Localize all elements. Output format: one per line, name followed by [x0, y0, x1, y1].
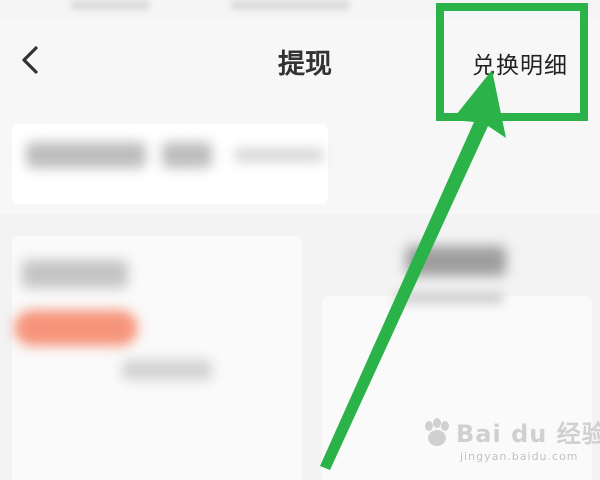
blurred-text — [26, 142, 146, 168]
blurred-amount — [406, 246, 506, 276]
blurred-text — [122, 360, 212, 380]
blurred-amount-sub — [394, 292, 504, 304]
chevron-left-icon — [22, 46, 38, 74]
back-button[interactable] — [10, 40, 50, 80]
page-title: 提现 — [278, 49, 332, 80]
balance-card — [12, 236, 302, 480]
promo-badge — [14, 310, 138, 346]
blurred-text — [162, 142, 212, 168]
status-bar — [0, 0, 600, 20]
blurred-text — [234, 148, 324, 162]
amount-card[interactable] — [322, 296, 592, 480]
content-area — [0, 104, 600, 480]
status-blur — [230, 0, 350, 10]
blurred-text — [22, 260, 128, 288]
withdraw-screen: 提现 兑换明细 Bai du 经验 jingyan.baidu.com — [0, 0, 600, 480]
status-blur — [70, 0, 150, 10]
withdraw-section — [0, 214, 600, 480]
header-bar: 提现 兑换明细 — [0, 20, 600, 104]
account-card — [12, 124, 328, 204]
exchange-details-link[interactable]: 兑换明细 — [472, 46, 568, 80]
